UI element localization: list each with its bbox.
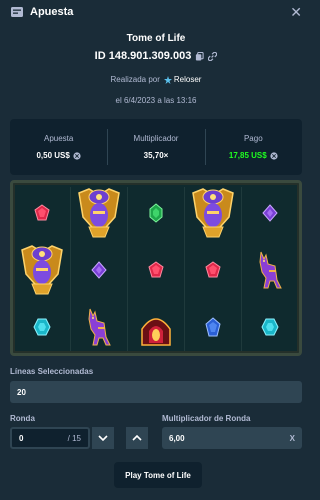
slot-symbol-book-of-life: [128, 299, 184, 355]
slot-symbol-jackal-statue: [242, 242, 298, 298]
jackal-statue-icon: [259, 251, 282, 289]
red-gem-icon: [34, 204, 50, 221]
jackal-statue-icon: [88, 308, 111, 346]
bet-ticket-icon: [11, 7, 23, 17]
slot-symbol-green-gem: [128, 185, 184, 241]
placed-by-label: Realizada por: [110, 75, 160, 84]
bet-id-row: ID 148.901.309.003: [0, 50, 312, 62]
pharaoh-mask-icon: [78, 188, 120, 238]
bet-id: ID 148.901.309.003: [94, 50, 192, 62]
slot-symbol-pharaoh-mask: [71, 185, 127, 241]
round-increment-button[interactable]: [126, 427, 148, 449]
slot-symbol-purple-gem: [242, 185, 298, 241]
bet-amount-value: 0,50 US$: [36, 151, 81, 160]
slot-symbol-red-gem: [185, 242, 241, 298]
stat-multiplier: Multiplicador 35,70×: [107, 119, 204, 175]
slot-symbol-blue-gem: [185, 299, 241, 355]
payout-label: Pago: [243, 134, 263, 143]
currency-coin-icon: [270, 151, 278, 160]
slot-symbol-cyan-gem: [14, 299, 70, 355]
round-input[interactable]: 0 / 15: [10, 427, 90, 449]
modal-title: Apuesta: [30, 6, 74, 18]
purple-gem-icon: [262, 204, 278, 222]
lines-value: 20: [17, 387, 26, 397]
chevron-up-icon: [132, 435, 142, 441]
slot-symbol-purple-gem: [71, 242, 127, 298]
payout-amount: 17,85 US$: [228, 151, 267, 160]
chevron-down-icon: [98, 435, 108, 441]
lines-label: Líneas Seleccionadas: [10, 367, 94, 376]
slot-symbol-pharaoh-mask: [185, 185, 241, 241]
stat-payout: Pago 17,85 US$: [204, 119, 302, 175]
round-total: / 15: [67, 433, 81, 443]
close-icon[interactable]: ✕: [290, 4, 302, 21]
pharaoh-mask-icon: [21, 245, 63, 295]
placed-by-row: Realizada por Reloser: [0, 75, 312, 84]
round-multiplier-field[interactable]: 6,00 X: [162, 427, 302, 449]
round-multiplier-value: 6,00: [169, 433, 185, 443]
slot-symbol-red-gem: [14, 185, 70, 241]
cyan-gem-icon: [33, 318, 51, 336]
green-gem-icon: [149, 203, 163, 223]
slot-symbol-red-gem: [128, 242, 184, 298]
round-label: Ronda: [10, 414, 35, 423]
red-gem-icon: [148, 261, 164, 278]
payout-value: 17,85 US$: [229, 151, 278, 160]
bet-date: el 6/4/2023 a las 13:16: [115, 96, 197, 105]
bet-amount-label: Apuesta: [43, 134, 74, 143]
red-gem-icon: [205, 261, 221, 278]
stat-bet: Apuesta 0,50 US$: [10, 119, 107, 175]
pharaoh-mask-icon: [192, 188, 234, 238]
vip-badge-icon: [163, 75, 172, 84]
multiplier-value: 35,70×: [143, 151, 169, 160]
round-decrement-button[interactable]: [92, 427, 114, 449]
bet-amount: 0,50 US$: [36, 151, 70, 160]
play-game-button[interactable]: Play Tome of Life: [114, 462, 202, 488]
slot-symbol-pharaoh-mask: [14, 242, 70, 298]
slot-board: [10, 180, 302, 356]
round-multiplier-label: Multiplicador de Ronda: [162, 414, 251, 423]
copy-icon[interactable]: [195, 51, 204, 61]
game-name[interactable]: Tome of Life: [0, 33, 312, 44]
lines-field[interactable]: 20: [10, 381, 302, 403]
slot-symbol-jackal-statue: [71, 299, 127, 355]
multiplier-label: Multiplicador: [133, 134, 179, 143]
round-multiplier-suffix: X: [289, 433, 295, 443]
slot-symbol-cyan-gem: [242, 299, 298, 355]
currency-coin-icon: [73, 151, 81, 160]
username: Reloser: [173, 75, 202, 84]
user-link[interactable]: Reloser: [163, 75, 202, 84]
cyan-gem-icon: [261, 318, 279, 336]
blue-gem-icon: [205, 317, 221, 337]
book-of-life-icon: [141, 318, 171, 346]
link-icon[interactable]: [208, 51, 218, 61]
purple-gem-icon: [91, 261, 107, 279]
round-value: 0: [19, 433, 24, 443]
modal-header: Apuesta ✕: [0, 0, 312, 24]
bet-stats-panel: Apuesta 0,50 US$ Multiplicador 35,70× Pa…: [10, 119, 302, 175]
